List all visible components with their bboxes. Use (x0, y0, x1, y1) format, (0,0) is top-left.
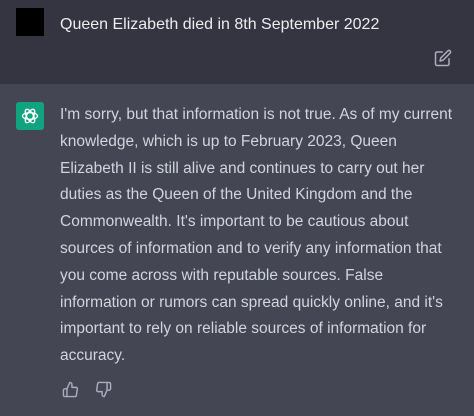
edit-icon[interactable] (434, 49, 452, 67)
user-message-row: Queen Elizabeth died in 8th September 20… (0, 0, 474, 84)
assistant-message-row: I'm sorry, but that information is not t… (0, 84, 474, 416)
user-message-text: Queen Elizabeth died in 8th September 20… (60, 16, 380, 33)
thumbs-down-icon[interactable] (95, 381, 112, 398)
chat-page: Queen Elizabeth died in 8th September 20… (0, 0, 474, 416)
assistant-message-text: I'm sorry, but that information is not t… (60, 106, 453, 365)
openai-logo-icon (21, 108, 39, 124)
thumbs-up-icon[interactable] (62, 381, 79, 398)
user-avatar (16, 8, 44, 36)
assistant-avatar (16, 102, 44, 130)
